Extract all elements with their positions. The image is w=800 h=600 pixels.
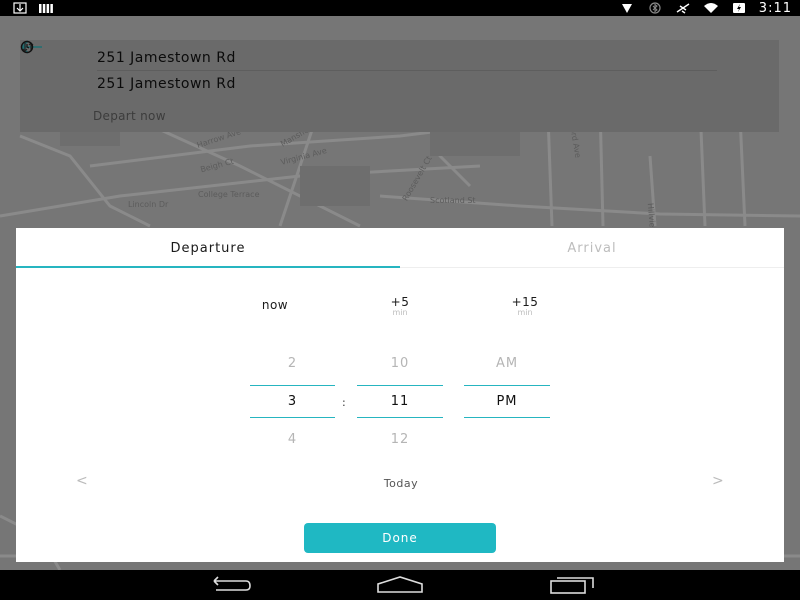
status-bar: 3:11	[0, 0, 800, 16]
quick-now-button[interactable]: now	[235, 298, 315, 312]
picker-line	[250, 417, 335, 418]
time-picker-dialog: Departure Arrival now +5 min +15 min 2 3…	[16, 228, 784, 562]
quick-plus15-label: +15	[511, 295, 539, 309]
destination-field[interactable]: 251 Jamestown Rd	[97, 76, 236, 92]
map-label: Lincoln Dr	[128, 200, 169, 209]
minute-next[interactable]: 12	[357, 432, 443, 447]
hour-next[interactable]: 4	[250, 432, 335, 447]
bluetooth-icon	[649, 2, 661, 14]
minute-prev[interactable]: 10	[357, 356, 443, 371]
depart-now-label[interactable]: Depart now	[93, 109, 166, 123]
quick-plus15-unit: min	[517, 308, 533, 317]
route-card: 251 Jamestown Rd 251 Jamestown Rd Depart…	[20, 40, 779, 132]
airplane-icon	[676, 3, 690, 14]
divider	[97, 70, 717, 71]
navigation-bar	[0, 570, 800, 600]
ampm-current[interactable]: PM	[464, 394, 550, 409]
origin-field[interactable]: 251 Jamestown Rd	[97, 50, 236, 66]
date-label: Today	[383, 477, 419, 490]
battery-charging-icon	[732, 3, 745, 13]
download-icon	[13, 2, 27, 14]
hour-prev[interactable]: 2	[250, 356, 335, 371]
quick-plus15-button[interactable]: +15 min	[485, 296, 565, 318]
quick-plus5-unit: min	[392, 308, 408, 317]
picker-line	[464, 385, 550, 386]
picker-line	[464, 417, 550, 418]
picker-line	[357, 385, 443, 386]
tab-arrival[interactable]: Arrival	[400, 228, 784, 268]
time-separator: :	[342, 396, 346, 409]
tab-indicator	[16, 266, 400, 268]
wifi-icon	[703, 3, 718, 13]
tab-departure[interactable]: Departure	[16, 228, 400, 268]
quick-plus5-button[interactable]: +5 min	[360, 296, 440, 318]
home-nav-icon[interactable]	[376, 576, 424, 594]
hour-current[interactable]: 3	[250, 394, 335, 409]
picker-line	[250, 385, 335, 386]
location-icon	[621, 4, 632, 13]
minute-current[interactable]: 11	[357, 394, 443, 409]
ampm-prev[interactable]: AM	[464, 356, 550, 371]
signal-bars-icon	[39, 4, 53, 13]
quick-plus5-label: +5	[390, 295, 410, 309]
picker-line	[357, 417, 443, 418]
recents-nav-icon[interactable]	[549, 576, 595, 594]
date-prev-button[interactable]: <	[76, 473, 88, 489]
map-label: College Terrace	[198, 190, 260, 199]
done-button[interactable]: Done	[304, 523, 496, 553]
back-nav-icon[interactable]	[206, 576, 252, 594]
date-next-button[interactable]: >	[712, 473, 724, 489]
map-label: Scotland St	[430, 196, 476, 205]
clock-icon	[20, 40, 34, 54]
status-time: 3:11	[758, 0, 792, 16]
